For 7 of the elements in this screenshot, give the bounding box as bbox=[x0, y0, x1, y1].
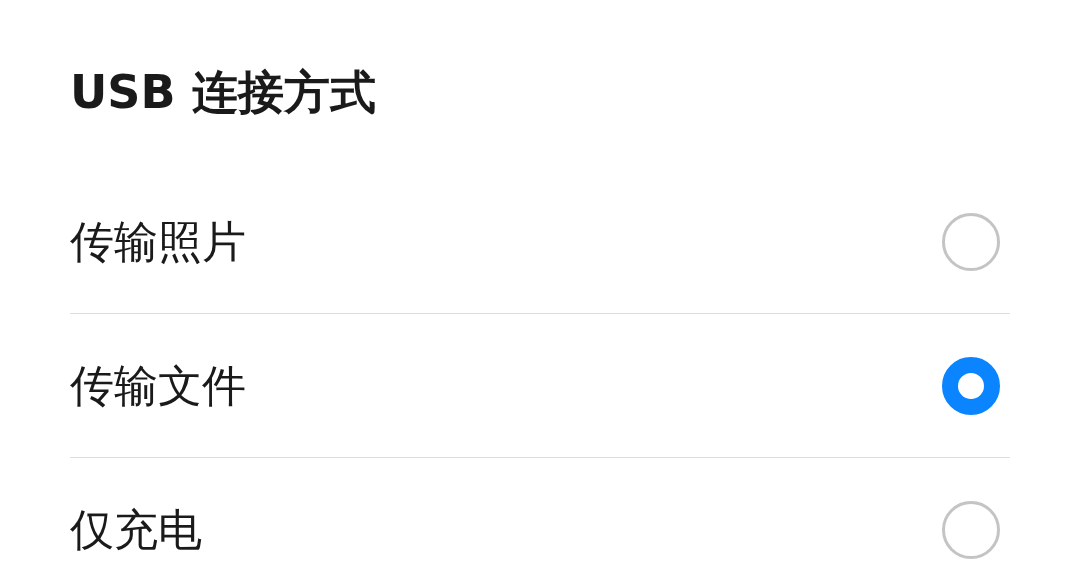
radio-button[interactable] bbox=[942, 356, 1000, 415]
radio-button[interactable] bbox=[942, 500, 1000, 559]
option-label: 传输照片 bbox=[70, 214, 246, 269]
option-label: 仅充电 bbox=[70, 502, 202, 557]
radio-button[interactable] bbox=[942, 212, 1000, 271]
page-title: USB 连接方式 bbox=[70, 64, 377, 121]
option-label: 传输文件 bbox=[70, 358, 246, 413]
